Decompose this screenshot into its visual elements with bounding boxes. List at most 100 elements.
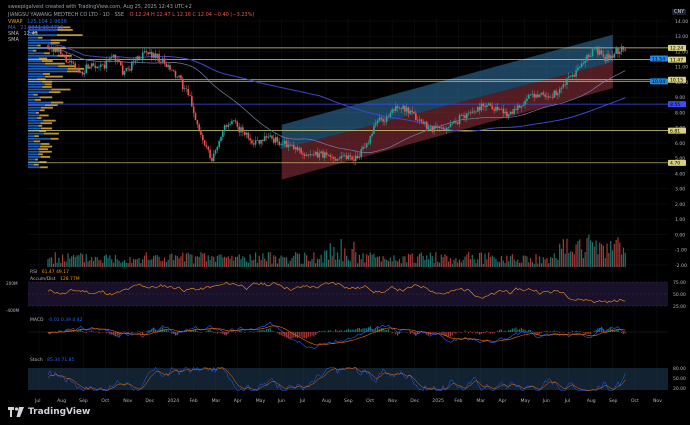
volume-bar: [284, 257, 286, 267]
macd-histogram-bar: [502, 331, 504, 332]
macd-histogram-bar: [557, 331, 559, 332]
x-tick-label: Sep: [344, 398, 353, 404]
macd-histogram-bar: [522, 329, 524, 332]
candle-body: [172, 70, 175, 72]
volume-bar: [54, 252, 56, 267]
macd-histogram-bar: [307, 332, 310, 337]
profile-bar-up: [28, 65, 59, 68]
macd-histogram-bar: [533, 332, 535, 334]
profile-bar-down: [32, 49, 37, 52]
volume-bar: [245, 261, 248, 267]
volume-bar: [211, 255, 213, 267]
profile-bar-down: [35, 111, 39, 114]
macd-histogram-bar: [340, 330, 342, 332]
accdist-label[interactable]: Accum/Dist: [30, 277, 56, 282]
macd-histogram-bar: [265, 328, 268, 332]
profile-bar-up: [28, 93, 34, 96]
profile-bar-down: [48, 91, 61, 94]
macd-histogram-bar: [562, 332, 564, 333]
x-tick-label: Aug: [587, 398, 596, 404]
macd-histogram-bar: [438, 332, 441, 333]
volume-bar: [429, 252, 432, 267]
currency-label[interactable]: CNY: [672, 9, 687, 15]
volume-bar: [573, 254, 575, 267]
time-axis[interactable]: Jul Aug Sep Oct Nov Dec 2024 Feb Mar Apr May Jun Jul…: [34, 398, 662, 404]
volume-bar: [158, 256, 160, 267]
candle-body: [89, 66, 91, 69]
volume-bar: [433, 262, 435, 267]
volume-bar: [287, 263, 289, 267]
candle-body: [234, 120, 237, 122]
macd-histogram-bar: [85, 332, 87, 334]
macd-histogram-bar: [582, 332, 584, 333]
volume-bar: [98, 260, 100, 267]
volume-bar: [122, 261, 124, 267]
candle-body: [236, 121, 239, 127]
volume-bar: [326, 250, 328, 267]
volume-bar: [153, 256, 155, 267]
candle-body: [362, 146, 364, 150]
chart-canvas[interactable]: 75.00 50.00 25.00 200M -400M 80.00 50.00 20.00…: [0, 0, 690, 425]
tradingview-logo[interactable]: TradingView: [8, 407, 90, 417]
candle-body: [553, 90, 556, 98]
candle-body: [489, 103, 492, 106]
x-tick-label: Jul: [34, 398, 41, 404]
macd-histogram-bar: [546, 330, 548, 332]
macd-histogram-bar: [213, 332, 215, 333]
profile-bar-up: [28, 124, 39, 127]
profile-bar-up: [28, 70, 67, 73]
candle-body: [589, 56, 592, 57]
macd-histogram-bar: [590, 332, 592, 334]
volume-bar: [590, 240, 592, 267]
candle-body: [433, 125, 435, 132]
price-tag-label: 11.54: [652, 56, 665, 62]
volume-bar: [515, 261, 517, 267]
symbol-line[interactable]: JIANGSU YAWANG MEDTECH CO LTD · 1D · SSE: [8, 12, 124, 18]
volume-bar: [316, 258, 319, 267]
rsi-label[interactable]: RSI: [30, 270, 37, 275]
macd-label[interactable]: MACD: [30, 318, 44, 323]
stoch-label[interactable]: Stoch: [30, 358, 43, 363]
candle-body: [49, 48, 51, 50]
volume-bar: [187, 252, 189, 267]
volume-bar: [619, 242, 621, 267]
volume-bar: [225, 257, 228, 267]
candle-body: [486, 105, 488, 107]
volume-bar: [475, 263, 477, 267]
macd-histogram-bar: [449, 332, 452, 337]
price-tag-label: 10.15: [670, 78, 683, 84]
volume-bar: [313, 252, 315, 267]
candle-body: [584, 61, 586, 64]
macd-histogram-bar: [499, 329, 501, 332]
attribution-text: sweepigalvest created with TradingView.c…: [8, 4, 192, 10]
volume-bar: [131, 262, 133, 267]
profile-bar-up: [28, 44, 38, 47]
candle-body: [92, 63, 95, 66]
candle-body: [515, 109, 517, 110]
price-chart[interactable]: 75.00 50.00 25.00 200M -400M 80.00 50.00 20.00…: [0, 0, 690, 425]
macd-histogram-bar: [258, 330, 260, 332]
volume-bar: [87, 261, 89, 267]
volume-bar: [427, 259, 430, 267]
macd-histogram-bar: [471, 332, 473, 334]
volume-bar: [111, 259, 113, 267]
volume-bar: [218, 254, 220, 267]
profile-bar-down: [41, 60, 53, 62]
candle-body: [460, 115, 463, 116]
sma2-label[interactable]: SMA: [8, 37, 19, 43]
candle-body: [500, 108, 503, 110]
price-axis[interactable]: 14.0013.0012.0011.0010.009.008.007.006.0…: [675, 19, 688, 269]
macd-histogram-bar: [387, 329, 390, 332]
volume-bar: [145, 252, 147, 267]
volume-bar: [624, 252, 626, 267]
candle-body: [121, 65, 124, 75]
rsi-pane: 75.00 50.00 25.00 200M -400M: [6, 280, 686, 313]
macd-histogram-bar: [351, 329, 353, 332]
volume-bar: [295, 252, 297, 267]
macd-histogram-bar: [140, 332, 142, 334]
macd-histogram-bar: [584, 332, 586, 335]
volume-bar: [524, 255, 526, 267]
macd-histogram-bar: [480, 332, 482, 334]
macd-histogram-bar: [92, 331, 95, 332]
volume-bar: [322, 262, 324, 267]
